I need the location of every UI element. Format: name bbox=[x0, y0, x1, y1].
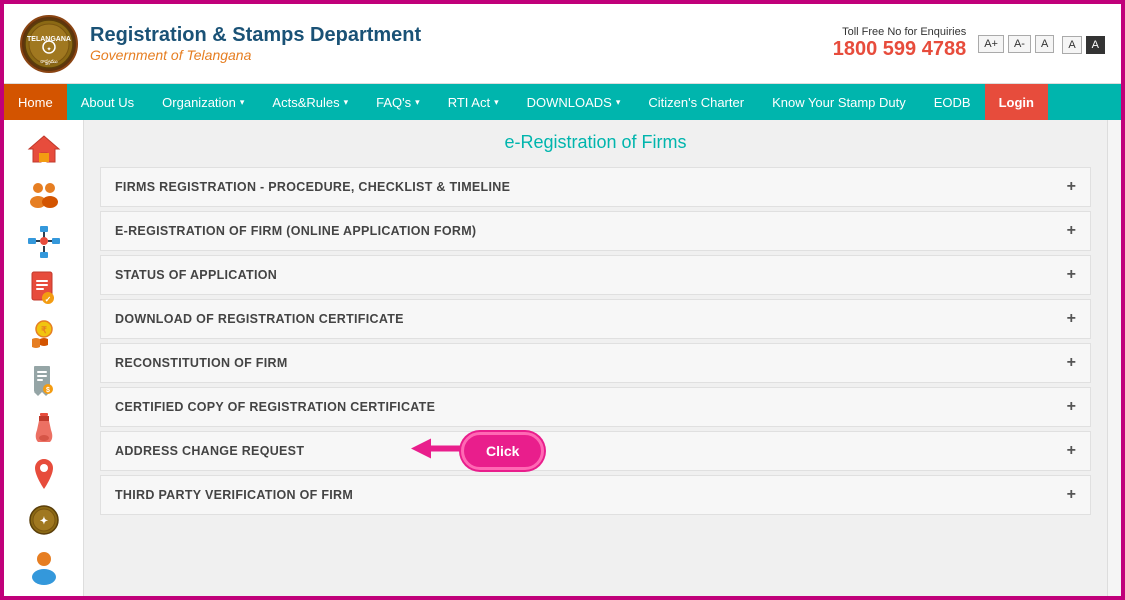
accordion-item-3[interactable]: STATUS OF APPLICATION + bbox=[100, 255, 1091, 295]
sidebar-emblem-icon[interactable]: ✦ bbox=[18, 499, 70, 541]
accordion-label-6: CERTIFIED COPY OF REGISTRATION CERTIFICA… bbox=[115, 400, 435, 414]
scrollbar[interactable] bbox=[1107, 120, 1121, 596]
svg-text:✦: ✦ bbox=[46, 46, 51, 53]
sidebar-pin-icon[interactable] bbox=[18, 453, 70, 495]
accordion-label-8: THIRD PARTY VERIFICATION OF FIRM bbox=[115, 488, 353, 502]
accordion-label-4: DOWNLOAD OF REGISTRATION CERTIFICATE bbox=[115, 312, 404, 326]
toll-free-box: Toll Free No for Enquiries 1800 599 4788 bbox=[833, 26, 966, 61]
nav-faqs[interactable]: FAQ's ▾ bbox=[362, 84, 434, 120]
navbar: Home About Us Organization ▾ Acts&Rules … bbox=[4, 84, 1121, 120]
accordion-plus-2: + bbox=[1067, 222, 1076, 240]
accordion-item-8[interactable]: THIRD PARTY VERIFICATION OF FIRM + bbox=[100, 475, 1091, 515]
page-title: e-Registration of Firms bbox=[100, 132, 1091, 153]
nav-about-us[interactable]: About Us bbox=[67, 84, 148, 120]
accordion-item-1[interactable]: FIRMS REGISTRATION - PROCEDURE, CHECKLIS… bbox=[100, 167, 1091, 207]
sidebar-document-icon[interactable]: ✓ bbox=[18, 267, 70, 309]
accordion-label-2: E-REGISTRATION OF FIRM (ONLINE APPLICATI… bbox=[115, 224, 476, 238]
header-right: Toll Free No for Enquiries 1800 599 4788… bbox=[833, 26, 1105, 61]
sidebar: ✓ ₹ $ bbox=[4, 120, 84, 596]
accordion-plus-8: + bbox=[1067, 486, 1076, 504]
sidebar-receipt-icon[interactable]: $ bbox=[18, 360, 70, 402]
svg-text:✦: ✦ bbox=[39, 516, 47, 527]
font-normal-btn[interactable]: A bbox=[1062, 36, 1081, 54]
sidebar-home-icon[interactable] bbox=[18, 128, 70, 170]
toll-free-area: Toll Free No for Enquiries 1800 599 4788… bbox=[833, 26, 1105, 61]
nav-know-stamp-duty[interactable]: Know Your Stamp Duty bbox=[758, 84, 920, 120]
font-increase-btn[interactable]: A+ bbox=[978, 35, 1004, 53]
nav-citizens-charter[interactable]: Citizen's Charter bbox=[634, 84, 758, 120]
nav-organization[interactable]: Organization ▾ bbox=[148, 84, 258, 120]
accordion-item-6[interactable]: CERTIFIED COPY OF REGISTRATION CERTIFICA… bbox=[100, 387, 1091, 427]
main-layout: ✓ ₹ $ bbox=[4, 120, 1121, 596]
font-decrease-btn[interactable]: A- bbox=[1008, 35, 1031, 53]
svg-text:₹: ₹ bbox=[41, 325, 47, 335]
dept-subtitle: Government of Telangana bbox=[90, 47, 421, 63]
nav-rti-act[interactable]: RTI Act ▾ bbox=[434, 84, 513, 120]
svg-text:$: $ bbox=[46, 387, 50, 394]
logo-emblem: TELANGANA ✦ రాష్ట్రము bbox=[20, 15, 78, 73]
font-bold-btn[interactable]: A bbox=[1086, 36, 1105, 54]
content-area: e-Registration of Firms FIRMS REGISTRATI… bbox=[84, 120, 1107, 596]
nav-home[interactable]: Home bbox=[4, 84, 67, 120]
sidebar-people-icon[interactable] bbox=[18, 174, 70, 216]
chevron-icon: ▾ bbox=[240, 97, 245, 108]
chevron-icon: ▾ bbox=[616, 97, 621, 108]
dept-title: Registration & Stamps Department bbox=[90, 24, 421, 47]
nav-eodb[interactable]: EODB bbox=[920, 84, 985, 120]
sidebar-network-icon[interactable] bbox=[18, 221, 70, 263]
font-reset-btn[interactable]: A bbox=[1035, 35, 1054, 53]
accordion-item-2[interactable]: E-REGISTRATION OF FIRM (ONLINE APPLICATI… bbox=[100, 211, 1091, 251]
toll-free-number: 1800 599 4788 bbox=[833, 38, 966, 61]
click-arrow bbox=[411, 439, 466, 464]
accordion-plus-5: + bbox=[1067, 354, 1076, 372]
sidebar-flask-icon[interactable] bbox=[18, 406, 70, 448]
font-controls: A+ A- A A A bbox=[978, 34, 1105, 54]
nav-downloads[interactable]: DOWNLOADS ▾ bbox=[513, 84, 635, 120]
header: TELANGANA ✦ రాష్ట్రము Registration & Sta… bbox=[4, 4, 1121, 84]
toll-free-label: Toll Free No for Enquiries bbox=[833, 26, 966, 38]
accordion-item-5[interactable]: RECONSTITUTION OF FIRM + bbox=[100, 343, 1091, 383]
accordion-plus-6: + bbox=[1067, 398, 1076, 416]
accordion-label-5: RECONSTITUTION OF FIRM bbox=[115, 356, 288, 370]
nav-login[interactable]: Login bbox=[985, 84, 1048, 120]
svg-text:TELANGANA: TELANGANA bbox=[27, 36, 71, 43]
accordion-item-4[interactable]: DOWNLOAD OF REGISTRATION CERTIFICATE + bbox=[100, 299, 1091, 339]
accordion-label-1: FIRMS REGISTRATION - PROCEDURE, CHECKLIS… bbox=[115, 180, 510, 194]
chevron-icon: ▾ bbox=[344, 97, 349, 108]
svg-text:రాష్ట్రము: రాష్ట్రము bbox=[40, 59, 57, 66]
sidebar-coin-icon[interactable]: ₹ bbox=[18, 314, 70, 356]
chevron-icon: ▾ bbox=[494, 97, 499, 108]
logo-area: TELANGANA ✦ రాష్ట్రము Registration & Sta… bbox=[20, 15, 421, 73]
chevron-icon: ▾ bbox=[415, 97, 420, 108]
accordion-plus-4: + bbox=[1067, 310, 1076, 328]
accordion-plus-3: + bbox=[1067, 266, 1076, 284]
nav-acts-rules[interactable]: Acts&Rules ▾ bbox=[258, 84, 362, 120]
dept-name: Registration & Stamps Department Governm… bbox=[90, 24, 421, 63]
accordion-label-3: STATUS OF APPLICATION bbox=[115, 268, 277, 282]
svg-text:✓: ✓ bbox=[44, 295, 51, 304]
click-badge: Click bbox=[461, 432, 544, 470]
accordion-item-7[interactable]: ADDRESS CHANGE REQUEST Click + bbox=[100, 431, 1091, 471]
sidebar-person-icon[interactable] bbox=[18, 546, 70, 588]
accordion-plus-1: + bbox=[1067, 178, 1076, 196]
accordion-label-7: ADDRESS CHANGE REQUEST bbox=[115, 444, 304, 458]
accordion-plus-7: + bbox=[1067, 442, 1076, 460]
